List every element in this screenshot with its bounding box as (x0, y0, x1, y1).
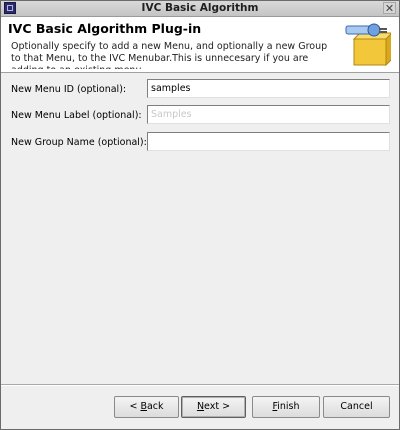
page-description: Optionally specify to add a new Menu, an… (11, 41, 328, 69)
back-button[interactable]: < Back (114, 396, 179, 418)
menu-id-label: New Menu ID (optional): (11, 84, 127, 95)
back-prefix: < (129, 401, 141, 412)
window-title: IVC Basic Algorithm (141, 2, 259, 14)
next-label-rest: ext > (204, 401, 231, 412)
next-mnemonic: N (196, 401, 205, 412)
menu-id-row: New Menu ID (optional): (1, 79, 399, 101)
page-title: IVC Basic Algorithm Plug-in (8, 21, 202, 36)
button-bar-divider (1, 384, 399, 386)
finish-label-rest: inish (277, 401, 300, 412)
menu-id-input[interactable] (147, 79, 390, 98)
title-bar[interactable]: IVC Basic Algorithm ✕ (1, 1, 399, 17)
plug-in-wizard-icon (345, 23, 391, 67)
back-label-rest: ack (146, 401, 164, 412)
cancel-button[interactable]: Cancel (323, 396, 390, 418)
wizard-banner: IVC Basic Algorithm Plug-in Optionally s… (1, 17, 399, 73)
close-button[interactable]: ✕ (383, 2, 396, 15)
menu-label-row: New Menu Label (optional): (1, 105, 399, 127)
finish-button[interactable]: Finish (252, 396, 320, 418)
next-button[interactable]: Next > (181, 396, 246, 418)
wizard-dialog: IVC Basic Algorithm ✕ IVC Basic Algorith… (0, 0, 400, 430)
menu-label-label: New Menu Label (optional): (11, 110, 142, 121)
menu-label-input[interactable] (147, 105, 390, 124)
group-name-row: New Group Name (optional): (1, 132, 399, 154)
group-name-label: New Group Name (optional): (11, 137, 147, 148)
group-name-input[interactable] (147, 132, 390, 151)
